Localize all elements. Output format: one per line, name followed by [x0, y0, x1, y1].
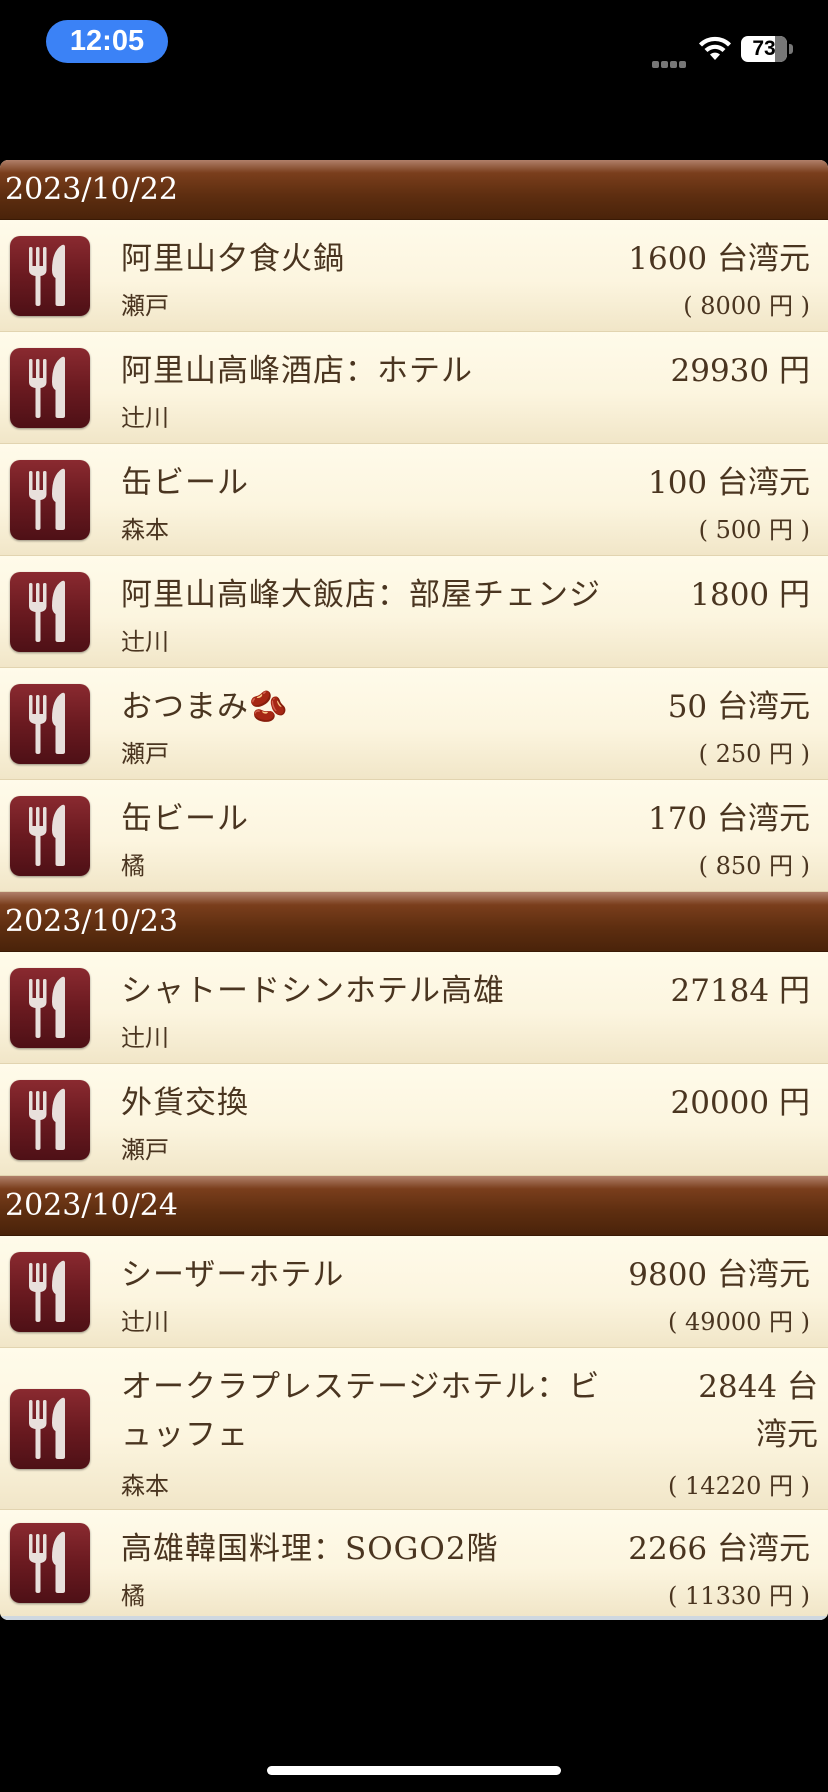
section-header-date: 2023/10/22	[0, 160, 828, 220]
category-icon	[10, 1080, 90, 1160]
category-icon	[10, 1389, 90, 1469]
expense-amount: 170 台湾元	[647, 801, 810, 837]
expense-amount: 9800 台湾元	[628, 1257, 810, 1293]
payer-name: 瀬戸	[121, 292, 169, 320]
expense-amount: 1800 円	[690, 577, 810, 613]
cellular-signal-icon	[652, 53, 690, 68]
expense-title: 缶ビール	[121, 465, 249, 501]
battery-indicator: 73	[741, 36, 793, 62]
payer-name: 辻川	[121, 404, 169, 432]
fork-knife-icon	[29, 1088, 65, 1150]
fork-knife-icon	[29, 1260, 65, 1322]
expense-row[interactable]: 阿里山夕食火鍋瀬戸 1600 台湾元 ( 8000 円 )	[0, 220, 828, 332]
expense-amount: 27184 円	[670, 973, 810, 1009]
category-icon	[10, 460, 90, 540]
expense-amount: 2266 台湾元	[628, 1531, 810, 1567]
payer-name: 瀬戸	[121, 740, 169, 768]
expense-row[interactable]: 缶ビール森本 100 台湾元 ( 500 円 )	[0, 444, 828, 556]
payer-name: 辻川	[121, 628, 169, 656]
category-icon	[10, 684, 90, 764]
payer-name: 森本	[121, 516, 169, 544]
yen-conversion: ( 49000 円 )	[668, 1308, 810, 1336]
expense-amount: 2844 台湾元	[698, 1369, 818, 1453]
category-icon	[10, 348, 90, 428]
category-icon	[10, 796, 90, 876]
expense-row[interactable]: シーザーホテル辻川 9800 台湾元 ( 49000 円 )	[0, 1236, 828, 1348]
battery-percent: 73	[752, 37, 776, 60]
payer-name: 辻川	[121, 1308, 169, 1336]
section-header-date: 2023/10/24	[0, 1176, 828, 1236]
fork-knife-icon	[29, 468, 65, 530]
yen-conversion: ( 14220 円 )	[668, 1472, 810, 1500]
expense-title: 缶ビール	[121, 801, 249, 837]
yen-conversion: ( 11330 円 )	[668, 1582, 810, 1610]
expense-title: オークラプレステージホテル：ビュッフェ	[121, 1369, 601, 1453]
category-icon	[10, 236, 90, 316]
fork-knife-icon	[29, 244, 65, 306]
fork-knife-icon	[29, 804, 65, 866]
section-header-date: 2023/10/23	[0, 892, 828, 952]
expense-title: 外貨交換	[121, 1085, 249, 1121]
fork-knife-icon	[29, 1531, 65, 1593]
battery-body: 73	[741, 36, 787, 62]
yen-conversion: ( 850 円 )	[698, 852, 810, 880]
fork-knife-icon	[29, 356, 65, 418]
expense-amount: 100 台湾元	[647, 465, 810, 501]
fork-knife-icon	[29, 1397, 65, 1459]
expense-title: シーザーホテル	[121, 1257, 345, 1293]
expense-row[interactable]: おつまみ🫘 瀬戸 50 台湾元 ( 250 円 )	[0, 668, 828, 780]
payer-name: 瀬戸	[121, 1136, 169, 1164]
wifi-icon	[699, 36, 731, 60]
expense-title: 高雄韓国料理：SOGO2階	[121, 1531, 499, 1567]
expense-row[interactable]: 缶ビール橘 170 台湾元 ( 850 円 )	[0, 780, 828, 892]
home-indicator[interactable]	[267, 1766, 561, 1775]
category-icon	[10, 1523, 90, 1603]
expense-list: 2023/10/22 阿里山夕食火鍋 瀬戸 1600 台湾元( 8000 円 ) 阿里山…	[0, 160, 828, 1620]
expense-row[interactable]: 外貨交換瀬戸 20000 円	[0, 1064, 828, 1176]
expense-row[interactable]: 高雄韓国料理：SOGO2階橘 2266 台湾元 ( 11330 円 )	[0, 1510, 828, 1620]
expense-amount: 20000 円	[670, 1085, 810, 1121]
expense-row[interactable]: 阿里山高峰大飯店：部屋チェンジ辻川 1800 円	[0, 556, 828, 668]
yen-conversion: ( 500 円 )	[698, 516, 810, 544]
fork-knife-icon	[29, 976, 65, 1038]
yen-conversion: ( 8000 円 )	[683, 292, 810, 320]
time-pill[interactable]: 12:05	[46, 20, 168, 63]
expense-title: 阿里山高峰大飯店：部屋チェンジ	[121, 577, 601, 613]
fork-knife-icon	[29, 580, 65, 642]
payer-name: 橘	[121, 852, 145, 880]
fork-knife-icon	[29, 692, 65, 754]
yen-conversion: ( 250 円 )	[698, 740, 810, 768]
payer-name: 橘	[121, 1582, 145, 1610]
category-icon	[10, 1252, 90, 1332]
expense-title: おつまみ🫘	[121, 689, 289, 725]
expense-amount: 50 台湾元	[667, 689, 810, 725]
expense-row[interactable]: 阿里山高峰酒店：ホテル辻川 29930 円	[0, 332, 828, 444]
expense-amount: 29930 円	[670, 353, 810, 389]
category-icon	[10, 572, 90, 652]
payer-name: 辻川	[121, 1024, 169, 1052]
expense-row[interactable]: シャトードシンホテル高雄辻川 27184 円	[0, 952, 828, 1064]
payer-name: 森本	[121, 1472, 169, 1500]
status-bar: 12:05 73	[0, 0, 828, 90]
category-icon	[10, 968, 90, 1048]
expense-title: 阿里山夕食火鍋	[121, 241, 345, 277]
expense-title: 阿里山高峰酒店：ホテル	[121, 353, 473, 389]
expense-title: シャトードシンホテル高雄	[121, 973, 505, 1009]
expense-amount: 1600 台湾元	[628, 241, 810, 277]
expense-row[interactable]: オークラプレステージホテル：ビュッフェ森本 2844 台湾元 ( 14220 円 )	[0, 1348, 828, 1510]
